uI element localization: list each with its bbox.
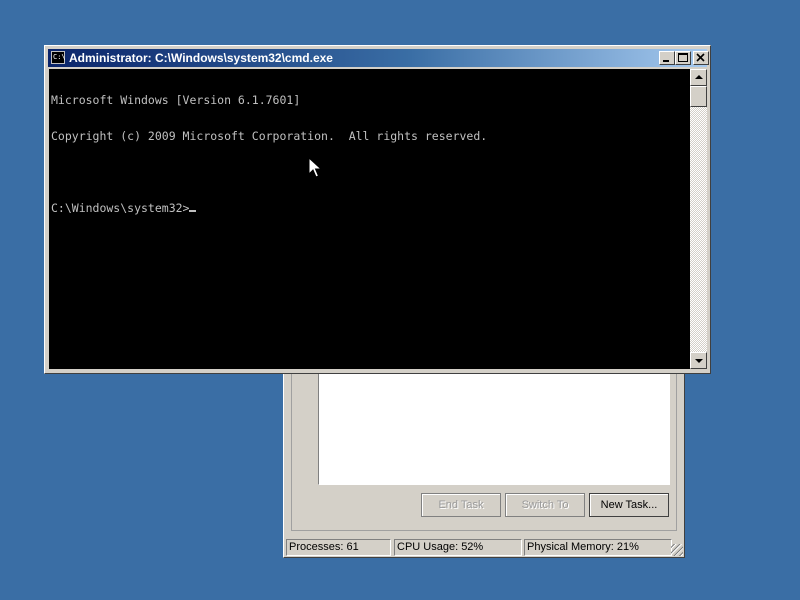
task-manager-window: End Task Switch To New Task... Processes… <box>283 372 685 558</box>
desktop[interactable]: End Task Switch To New Task... Processes… <box>0 0 800 600</box>
task-list[interactable] <box>318 373 670 485</box>
title-bar[interactable]: C:\ Administrator: C:\Windows\system32\c… <box>48 49 709 67</box>
task-manager-tab-panel: End Task Switch To New Task... <box>291 373 677 531</box>
mouse-pointer-icon <box>308 157 322 178</box>
console-prompt: C:\Windows\system32> <box>51 201 190 215</box>
status-bar: Processes: 61 CPU Usage: 52% Physical Me… <box>286 539 682 557</box>
processes-status: Processes: 61 <box>286 539 391 556</box>
scroll-up-button[interactable] <box>690 69 707 86</box>
scroll-thumb[interactable] <box>690 86 707 107</box>
maximize-icon <box>678 53 688 62</box>
console-line-copyright: Copyright (c) 2009 Microsoft Corporation… <box>51 129 488 143</box>
resize-grip-icon[interactable] <box>671 544 683 556</box>
vertical-scrollbar[interactable] <box>690 69 707 369</box>
window-title: Administrator: C:\Windows\system32\cmd.e… <box>69 51 333 65</box>
console-line-blank <box>51 166 688 178</box>
console-prompt-line[interactable]: C:\Windows\system32> <box>51 202 688 214</box>
end-task-button[interactable]: End Task <box>421 493 501 517</box>
switch-to-button[interactable]: Switch To <box>505 493 585 517</box>
scroll-down-button[interactable] <box>690 352 707 369</box>
arrow-down-icon <box>695 359 703 363</box>
console-line-version: Microsoft Windows [Version 6.1.7601] <box>51 93 301 107</box>
minimize-icon <box>663 60 669 62</box>
console-output[interactable]: Microsoft Windows [Version 6.1.7601] Cop… <box>49 69 690 369</box>
cmd-app-icon[interactable]: C:\ <box>51 51 66 64</box>
cmd-window[interactable]: C:\ Administrator: C:\Windows\system32\c… <box>44 45 711 374</box>
text-cursor <box>189 210 197 212</box>
minimize-button[interactable] <box>659 51 675 65</box>
close-button[interactable] <box>693 51 709 65</box>
physical-memory-status: Physical Memory: 21% <box>524 539 672 556</box>
maximize-button[interactable] <box>675 51 691 65</box>
arrow-up-icon <box>695 75 703 79</box>
close-icon <box>696 53 705 62</box>
cpu-usage-status: CPU Usage: 52% <box>394 539 522 556</box>
new-task-button[interactable]: New Task... <box>589 493 669 517</box>
